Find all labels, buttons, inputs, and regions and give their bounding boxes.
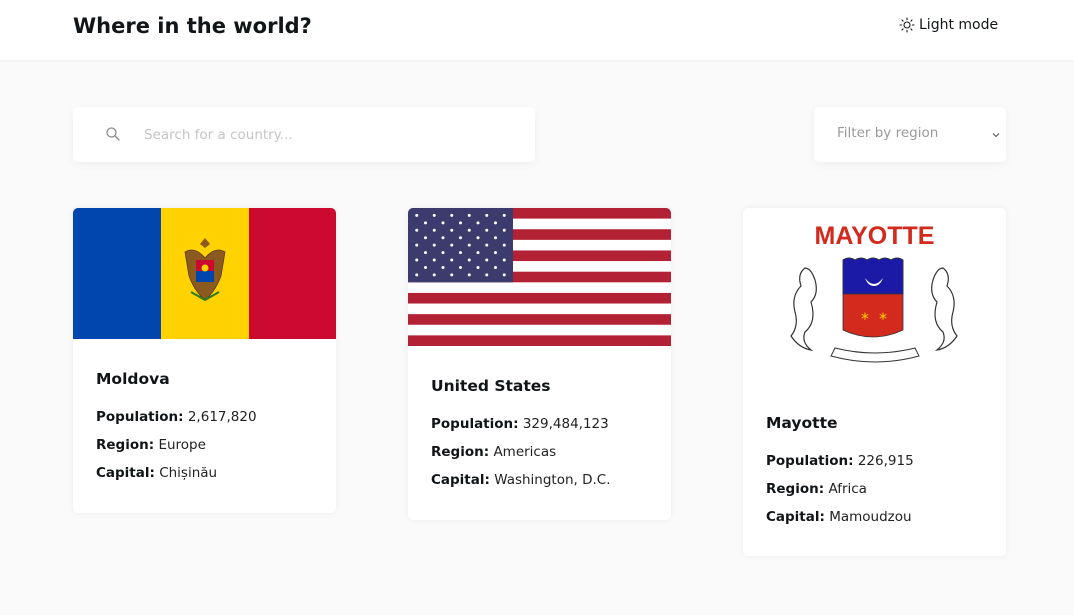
flag-text: MAYOTTE xyxy=(815,222,935,250)
search-input[interactable] xyxy=(144,107,524,162)
population-stat: Population: 329,484,123 xyxy=(431,416,609,432)
country-name: Mayotte xyxy=(766,414,838,432)
flag-mayotte: MAYOTTE * * xyxy=(743,208,1006,383)
region-stat: Region: Americas xyxy=(431,444,557,460)
country-name: Moldova xyxy=(96,370,170,388)
region-filter-label: Filter by region xyxy=(837,125,939,141)
capital-value: Mamoudzou xyxy=(829,509,912,525)
country-name: United States xyxy=(431,377,551,395)
app-title: Where in the world? xyxy=(73,14,312,38)
svg-text:*: * xyxy=(861,309,869,328)
capital-value: Chișinău xyxy=(159,465,218,481)
country-card-moldova[interactable]: Moldova Population: 2,617,820 Region: Eu… xyxy=(73,208,336,513)
flag-united-states xyxy=(408,208,671,346)
population-value: 226,915 xyxy=(857,453,914,469)
capital-value: Washington, D.C. xyxy=(494,472,611,488)
region-stat: Region: Africa xyxy=(766,481,867,497)
region-value: Africa xyxy=(828,481,867,497)
population-value: 329,484,123 xyxy=(522,416,609,432)
capital-stat: Capital: Mamoudzou xyxy=(766,509,912,525)
region-value: Americas xyxy=(493,444,557,460)
population-value: 2,617,820 xyxy=(187,409,257,425)
chevron-down-icon xyxy=(992,133,1000,138)
sun-icon xyxy=(899,17,915,33)
region-value: Europe xyxy=(158,437,206,453)
country-card-united-states[interactable]: United States Population: 329,484,123 Re… xyxy=(408,208,671,520)
country-card-mayotte[interactable]: MAYOTTE * * Mayotte Population: 226,915 … xyxy=(743,208,1006,556)
population-stat: Population: 226,915 xyxy=(766,453,914,469)
search-box xyxy=(73,107,535,162)
capital-stat: Capital: Washington, D.C. xyxy=(431,472,611,488)
region-filter-select[interactable]: Filter by region xyxy=(814,107,1006,162)
app-header: Where in the world? Light mode xyxy=(0,0,1074,60)
population-stat: Population: 2,617,820 xyxy=(96,409,257,425)
theme-toggle-label: Light mode xyxy=(919,17,999,33)
svg-text:*: * xyxy=(879,309,887,328)
theme-toggle-button[interactable]: Light mode xyxy=(899,17,998,33)
region-stat: Region: Europe xyxy=(96,437,206,453)
capital-stat: Capital: Chișinău xyxy=(96,465,218,481)
search-icon xyxy=(106,127,120,141)
flag-moldova xyxy=(73,208,336,339)
